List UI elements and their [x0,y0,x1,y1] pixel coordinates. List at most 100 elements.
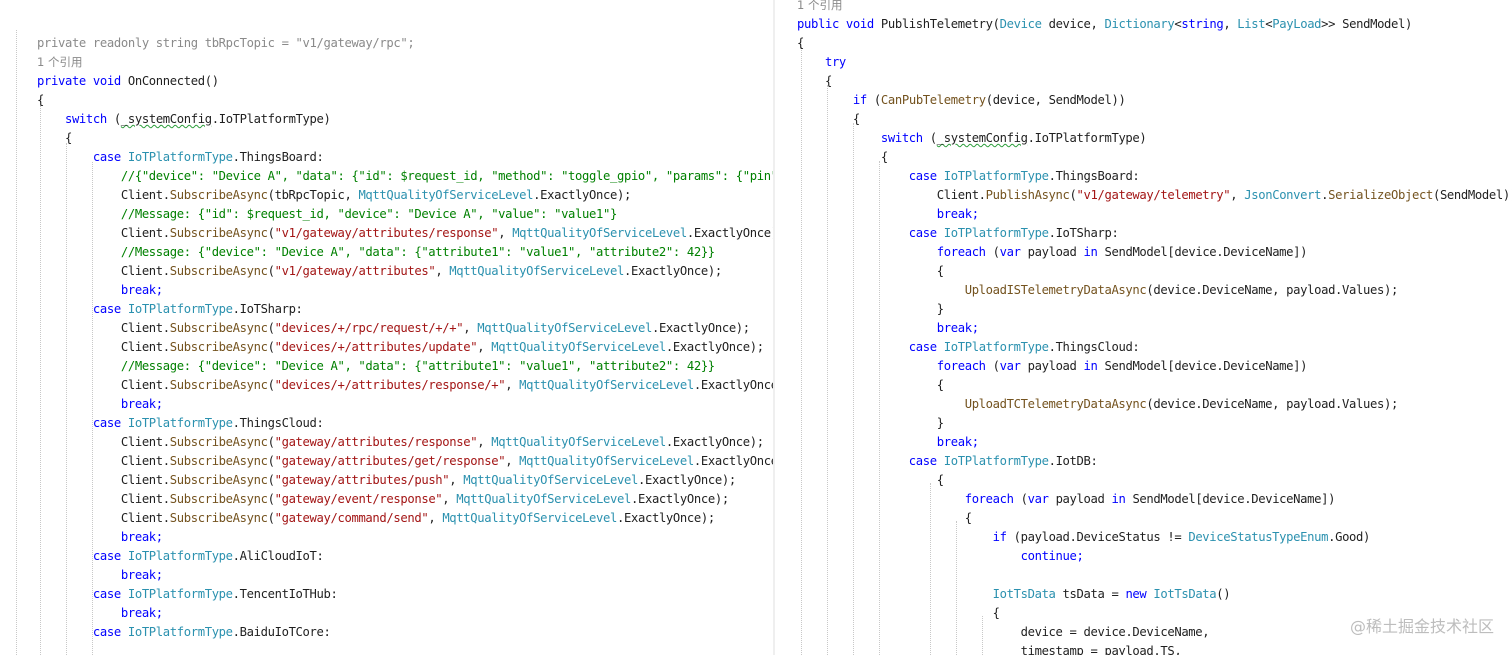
code-token: Client. [37,378,170,392]
code-line[interactable]: { [797,72,832,91]
code-line[interactable]: Client.SubscribeAsync("gateway/attribute… [37,452,775,471]
code-line[interactable]: { [797,148,888,167]
code-token: SubscribeAsync [169,264,268,278]
indent-guide [16,30,17,655]
code-line[interactable]: if (payload.DeviceStatus != DeviceStatus… [797,528,1371,547]
code-line[interactable]: break; [797,319,979,338]
code-token: //Message: {"id": $request_id, "device":… [37,207,617,221]
code-line[interactable]: Client.SubscribeAsync("v1/gateway/attrib… [37,224,775,243]
code-line[interactable]: if (CanPubTelemetry(device, SendModel)) [797,91,1126,110]
code-line[interactable]: foreach (var payload in SendModel[device… [797,243,1308,262]
code-line[interactable]: IotTsData tsData = new IotTsData() [797,585,1231,604]
code-line[interactable]: break; [797,433,979,452]
code-line[interactable]: Client.SubscribeAsync("devices/+/attribu… [37,338,764,357]
code-line[interactable]: { [797,376,944,395]
code-line[interactable]: continue; [797,547,1084,566]
code-line[interactable]: Client.SubscribeAsync("gateway/command/s… [37,509,715,528]
code-line[interactable]: //Message: {"device": "Device A", "data"… [37,243,715,262]
code-line[interactable]: switch (_systemConfig.IoTPlatformType) [797,129,1147,148]
code-line[interactable]: public void PublishTelemetry(Device devi… [797,15,1412,34]
code-line[interactable]: UploadISTelemetryDataAsync(device.Device… [797,281,1399,300]
code-token: Client. [37,511,170,525]
code-token: SubscribeAsync [169,473,268,487]
code-line[interactable]: { [797,34,804,53]
code-token: , [449,473,464,487]
code-line[interactable]: Client.PublishAsync("v1/gateway/telemetr… [797,186,1512,205]
code-line[interactable]: case IoTPlatformType.BaiduIoTCore: [37,623,331,642]
code-line[interactable]: } [797,414,944,433]
code-line[interactable]: case IoTPlatformType.ThingsBoard: [797,167,1140,186]
code-token: .ExactlyOnce); [651,321,750,335]
code-token: DeviceStatusTypeEnum [1188,530,1329,544]
code-token: , [442,492,457,506]
code-line[interactable]: break; [797,205,979,224]
code-line[interactable]: { [797,471,944,490]
code-line[interactable]: break; [37,281,163,300]
code-line[interactable]: Client.SubscribeAsync("devices/+/rpc/req… [37,319,750,338]
code-line[interactable]: device = device.DeviceName, [797,623,1210,642]
code-token: var [1027,492,1049,506]
code-line[interactable]: foreach (var payload in SendModel[device… [797,357,1308,376]
code-token: Client. [37,340,170,354]
code-line[interactable]: break; [37,566,163,585]
code-line[interactable]: case IoTPlatformType.TencentIoTHub: [37,585,338,604]
code-line[interactable]: //Message: {"device": "Device A", "data"… [37,357,715,376]
code-line[interactable]: Client.SubscribeAsync("gateway/attribute… [37,471,736,490]
code-token: "devices/+/rpc/request/+/+" [274,321,464,335]
code-token: MqttQualityOfServiceLevel [477,321,652,335]
code-line[interactable]: { [797,262,944,281]
code-token: MqttQualityOfServiceLevel [491,340,666,354]
code-line[interactable]: case IoTPlatformType.IotDB: [797,452,1098,471]
code-line[interactable]: case IoTPlatformType.ThingsCloud: [37,414,324,433]
code-token: , [463,321,478,335]
code-line[interactable]: Client.SubscribeAsync("v1/gateway/attrib… [37,262,722,281]
code-token: //Message: {"device": "Device A", "data"… [37,245,715,259]
code-token: { [797,74,832,88]
code-line[interactable]: timestamp = payload.TS, [797,642,1182,655]
code-line[interactable]: Client.SubscribeAsync("gateway/attribute… [37,433,764,452]
code-line[interactable]: break; [37,528,163,547]
code-line[interactable]: case IoTPlatformType.IoTSharp: [797,224,1119,243]
code-line[interactable]: case IoTPlatformType.ThingsCloud: [797,338,1140,357]
code-line[interactable]: 1 个引用 [37,53,82,72]
code-token: OnConnected() [127,74,219,88]
code-token: break; [797,321,979,335]
code-token: .ThingsCloud: [1048,340,1140,354]
code-token: break; [797,435,979,449]
right-code-editor[interactable]: 1 个引用 public void PublishTelemetry(Device… [775,0,1512,655]
code-token: //{"device": "Device A", "data": {"id": … [37,169,775,183]
code-line[interactable]: Client.SubscribeAsync("gateway/event/res… [37,490,729,509]
reference-count-label[interactable]: 1 个引用 [797,0,842,12]
code-token: .ExactlyOnce); [665,435,764,449]
code-token: private readonly string tbRpcTopic = "v1… [37,36,415,50]
code-line[interactable]: //{"device": "Device A", "data": {"id": … [37,167,775,186]
left-code-editor[interactable]: private readonly string tbRpcTopic = "v1… [0,0,775,655]
code-line[interactable]: UploadTCTelemetryDataAsync(device.Device… [797,395,1399,414]
code-token: ( [1020,492,1028,506]
code-token: ( [267,473,275,487]
code-line[interactable]: case IoTPlatformType.IoTSharp: [37,300,303,319]
code-line[interactable]: //Message: {"id": $request_id, "device":… [37,205,617,224]
code-line[interactable]: } [797,300,944,319]
code-line[interactable]: { [797,509,972,528]
code-line[interactable]: Client.SubscribeAsync(tbRpcTopic, MqttQu… [37,186,631,205]
code-line[interactable]: case IoTPlatformType.AliCloudIoT: [37,547,324,566]
code-line[interactable]: { [37,91,44,110]
code-line[interactable]: 1 个引用 [797,0,842,15]
code-line[interactable]: try [797,53,846,72]
reference-count-label[interactable]: 1 个引用 [37,55,82,69]
code-token: _systemConfig [936,131,1028,145]
code-line[interactable]: break; [37,395,163,414]
code-token: Client. [37,473,170,487]
code-line[interactable]: private readonly string tbRpcTopic = "v1… [37,34,415,53]
code-line[interactable]: case IoTPlatformType.ThingsBoard: [37,148,324,167]
code-line[interactable]: { [797,604,1000,623]
code-line[interactable]: switch (_systemConfig.IoTPlatformType) [37,110,331,129]
code-token: break; [797,207,979,221]
code-line[interactable]: private void OnConnected() [37,72,219,91]
code-line[interactable]: Client.SubscribeAsync("devices/+/attribu… [37,376,775,395]
code-line[interactable]: { [797,110,860,129]
code-line[interactable]: foreach (var payload in SendModel[device… [797,490,1336,509]
code-line[interactable]: break; [37,604,163,623]
code-line[interactable]: { [37,129,72,148]
